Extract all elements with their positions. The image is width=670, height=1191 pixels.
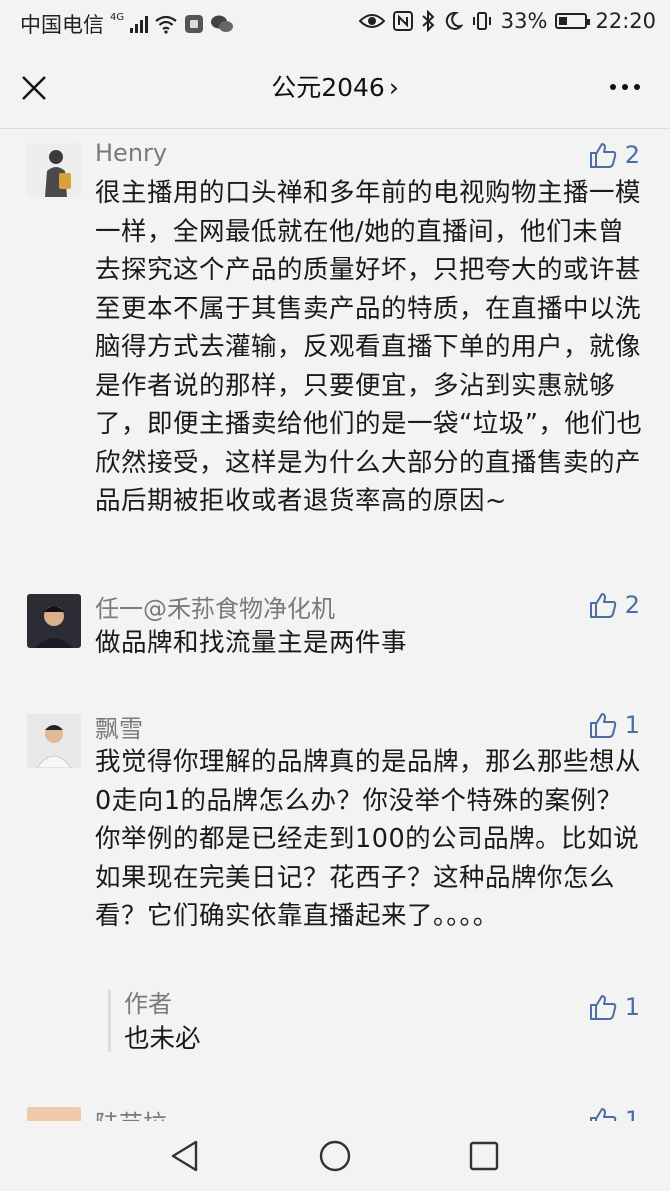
battery-icon xyxy=(555,13,591,29)
carrier-label: 中国电信 xyxy=(20,13,104,37)
thumbs-up-icon[interactable] xyxy=(589,142,617,168)
reply-author: 作者 xyxy=(124,990,172,1018)
network-type-label: 4G xyxy=(110,11,125,23)
comment-text: 做品牌和找流量主是两件事 xyxy=(95,628,408,658)
thumbs-up-icon[interactable] xyxy=(589,592,617,618)
comment-author[interactable]: 陆芸拉 xyxy=(95,1104,167,1121)
avatar[interactable] xyxy=(27,594,81,648)
like-count: 1 xyxy=(624,711,640,739)
comment-author[interactable]: 任一@禾荪食物净化机 xyxy=(95,589,335,624)
comment-text: 很主播用的口头禅和多年前的电视购物主播一模一样，全网最低就在他/她的直播间，他们… xyxy=(95,178,643,516)
thumbs-up-icon[interactable] xyxy=(589,994,617,1020)
comment-list[interactable]: Henry 2 很主播用的口头禅和多年前的电视购物主播一模一样，全网最低就在他/… xyxy=(0,129,670,1121)
like-count: 2 xyxy=(624,141,640,169)
moon-icon xyxy=(445,11,463,30)
comment-author[interactable]: Henry xyxy=(95,139,167,167)
author-reply: 作者 也未必 xyxy=(108,990,651,1054)
like-button[interactable]: 2 xyxy=(589,141,640,169)
home-icon[interactable] xyxy=(318,1139,352,1173)
page-title-text[interactable]: 公元2046 xyxy=(271,73,385,102)
thumbs-up-icon[interactable] xyxy=(589,1107,617,1121)
reply-text: 也未必 xyxy=(124,1024,201,1054)
nfc-icon xyxy=(392,11,413,31)
avatar[interactable] xyxy=(27,714,81,768)
more-options-icon[interactable] xyxy=(610,84,640,90)
like-count: 2 xyxy=(624,591,640,619)
reply-like-button[interactable]: 1 xyxy=(589,993,640,1021)
comment-text: 我觉得你理解的品牌真的是品牌，那么那些想从0走向1的品牌怎么办？你没举个特殊的案… xyxy=(95,747,642,931)
wifi-icon xyxy=(155,15,177,34)
recent-apps-icon[interactable] xyxy=(467,1139,501,1173)
back-icon[interactable] xyxy=(168,1139,202,1173)
thumbs-up-icon[interactable] xyxy=(589,712,617,738)
status-bar: 中国电信 4G 33% 22:20 xyxy=(0,0,670,46)
system-navigation-bar xyxy=(0,1121,670,1191)
like-count: 1 xyxy=(624,993,640,1021)
app-icon xyxy=(185,15,204,33)
bluetooth-icon xyxy=(422,10,435,32)
like-count: 1 xyxy=(624,1106,640,1121)
like-button[interactable]: 1 xyxy=(589,1106,640,1121)
top-navigation-bar: 公元2046 › xyxy=(0,46,670,129)
signal-icon xyxy=(130,15,149,33)
comment-author[interactable]: 飘雪 xyxy=(95,709,143,744)
battery-percent: 33% xyxy=(500,9,548,33)
clock: 22:20 xyxy=(595,9,656,33)
eye-icon xyxy=(358,14,385,28)
chevron-right-icon[interactable]: › xyxy=(389,73,399,102)
wechat-icon xyxy=(211,15,234,32)
like-button[interactable]: 2 xyxy=(589,591,640,619)
vibrate-icon xyxy=(472,12,491,30)
avatar[interactable] xyxy=(27,143,81,197)
like-button[interactable]: 1 xyxy=(589,711,640,739)
avatar[interactable] xyxy=(27,1107,81,1121)
page-title[interactable]: 公元2046 › xyxy=(0,68,670,104)
